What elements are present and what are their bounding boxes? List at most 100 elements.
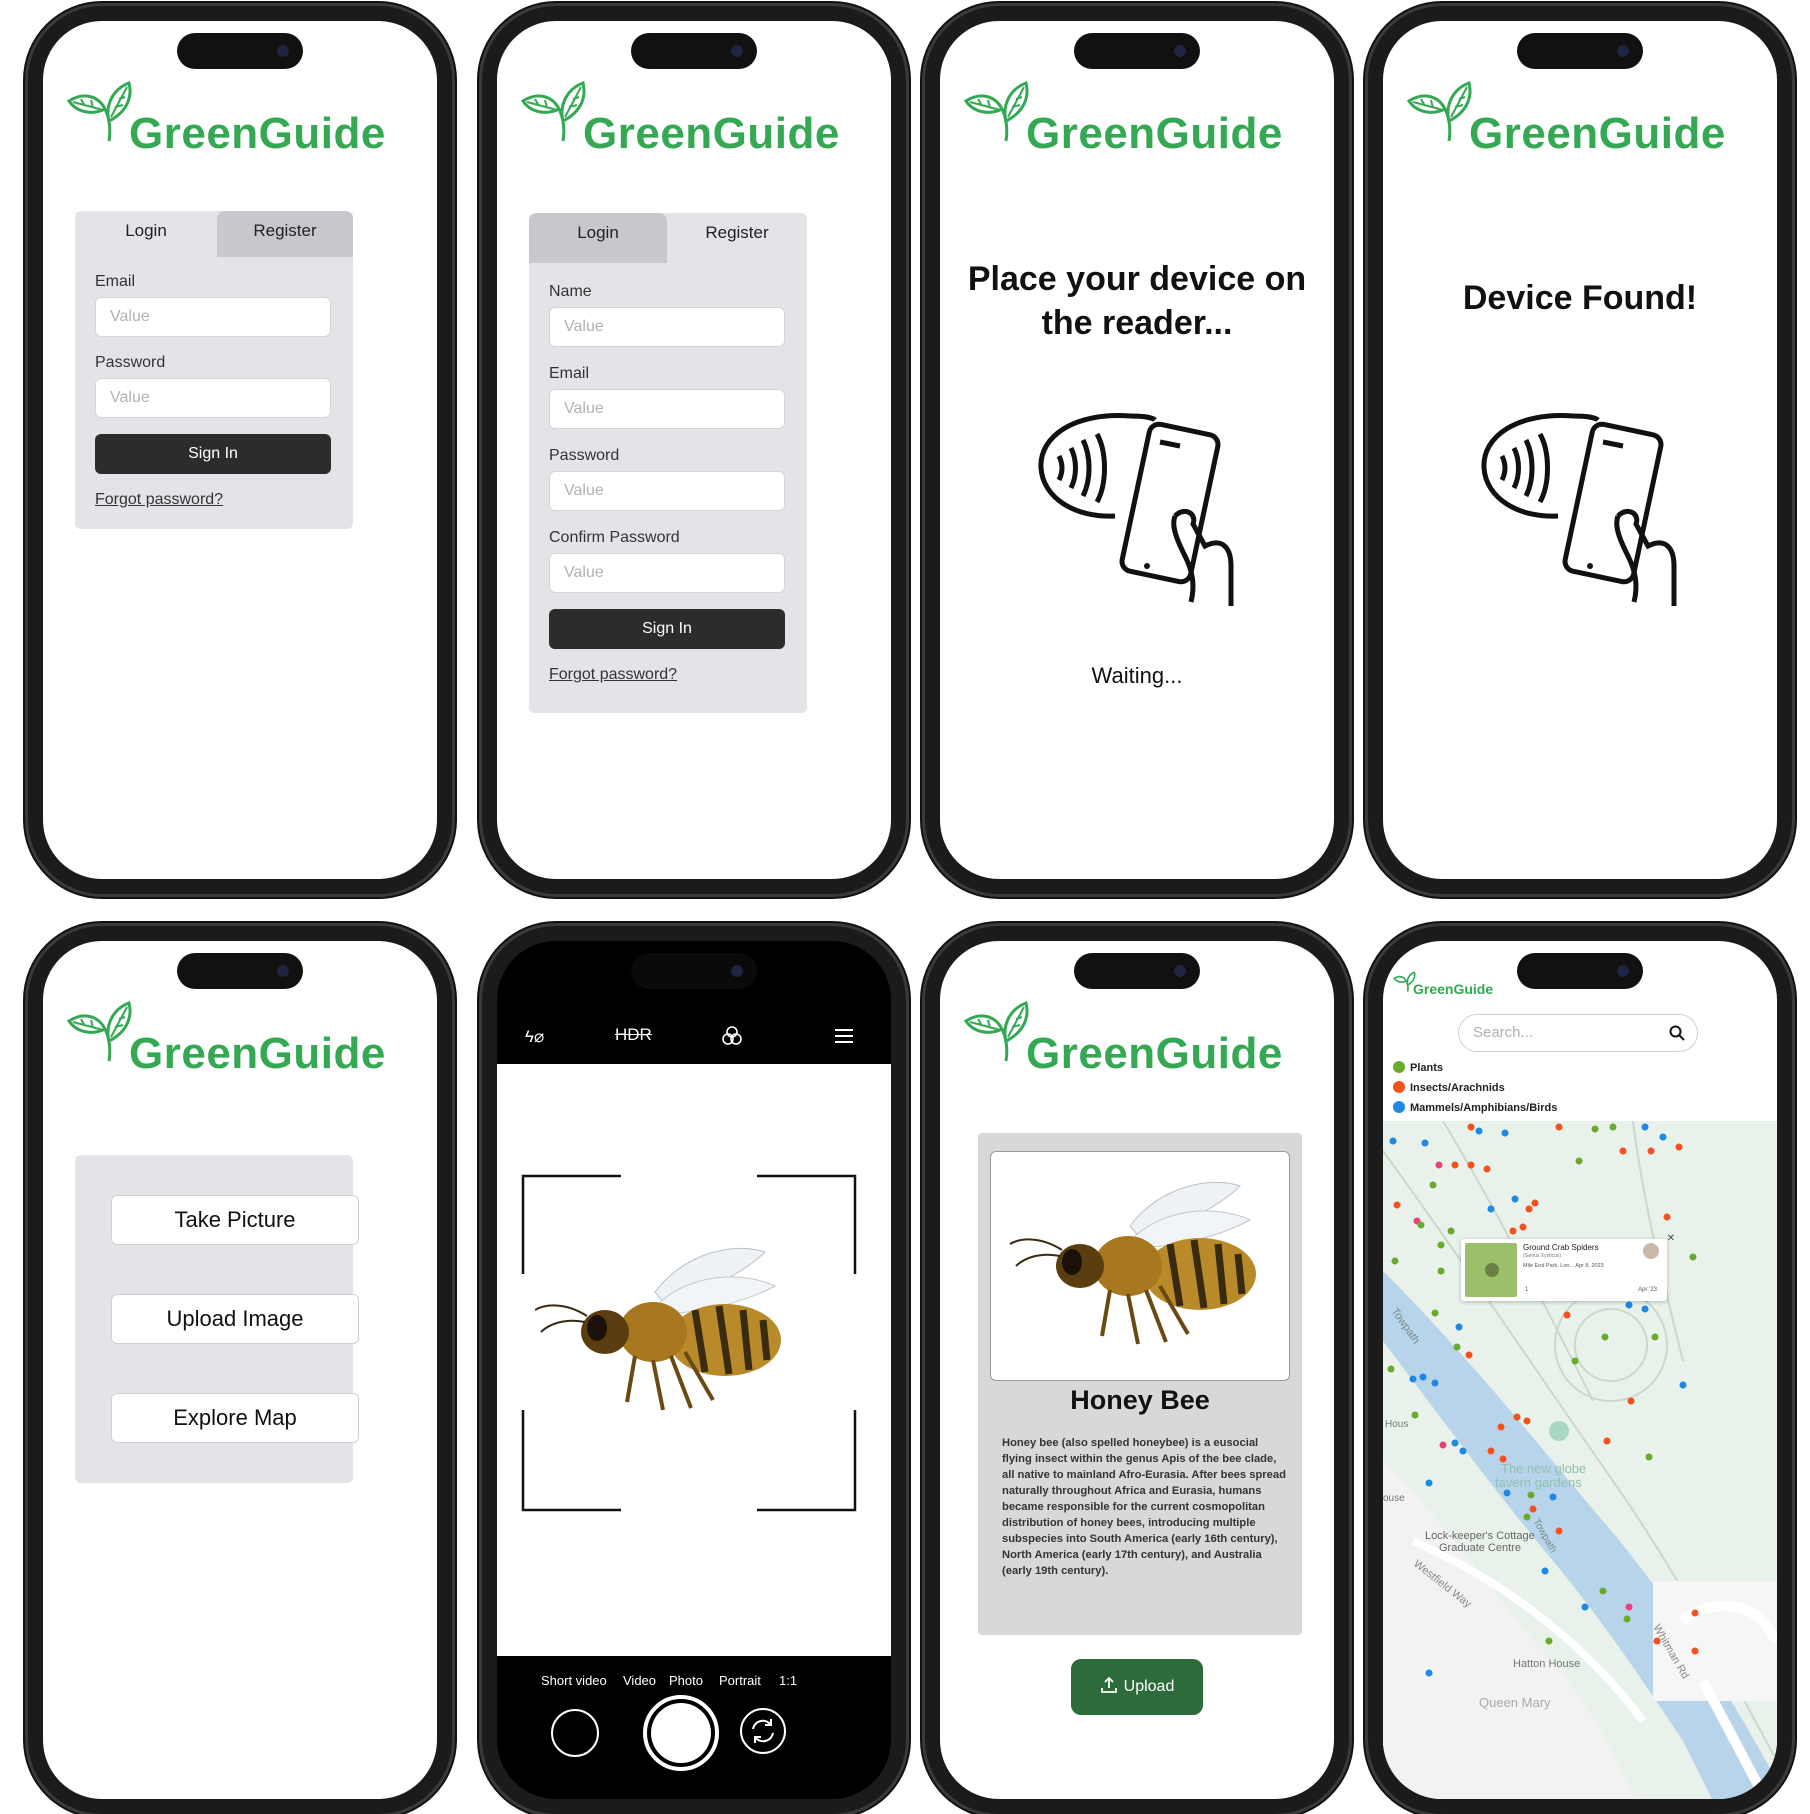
upload-image-button[interactable]: Upload Image — [111, 1294, 359, 1344]
honey-bee-image — [1009, 1181, 1256, 1345]
menu-icon[interactable] — [835, 1029, 853, 1043]
svg-text:Hatton House: Hatton House — [1513, 1658, 1580, 1670]
app-logo: GreenGuide — [962, 999, 1282, 1078]
small-app-logo: GreenGuide — [1393, 971, 1493, 1000]
svg-text:The new globe: The new globe — [1501, 1461, 1586, 1476]
upload-icon — [1100, 1676, 1117, 1693]
app-logo: GreenGuide — [1405, 79, 1725, 158]
nfc-tap-phone-icon — [1481, 413, 1677, 606]
dynamic-island — [1517, 33, 1643, 69]
result-image-frame — [990, 1151, 1290, 1381]
password-label: Password — [95, 354, 166, 371]
confirm-password-field[interactable]: Value — [549, 553, 785, 593]
legend-insects[interactable]: Insects/Arachnids — [1393, 1081, 1505, 1094]
gallery-thumbnail-button[interactable] — [551, 1709, 599, 1757]
shutter-button[interactable] — [643, 1695, 719, 1771]
flash-off-icon[interactable]: ϟ⌀ — [525, 1027, 544, 1047]
leaf-logo-icon — [963, 81, 1029, 142]
name-field[interactable]: Value — [549, 307, 785, 347]
map-view[interactable]: Towpath Hous ouse The new globe tavern g… — [1383, 1121, 1777, 1799]
svg-text:tavern gardens: tavern gardens — [1495, 1475, 1582, 1490]
mode-portrait[interactable]: Portrait — [719, 1673, 761, 1688]
brand-name: GreenGuide — [129, 109, 386, 158]
hdr-icon[interactable]: HDR — [615, 1025, 652, 1045]
brand-name: GreenGuide — [583, 109, 840, 158]
legend-dot-insects — [1393, 1081, 1405, 1093]
phone-menu-screen: GreenGuide Take Picture Upload Image Exp… — [28, 926, 452, 1814]
upload-button[interactable]: Upload — [1071, 1659, 1203, 1715]
search-bar[interactable]: Search... — [1458, 1014, 1698, 1052]
sign-in-button[interactable]: Sign In — [95, 434, 331, 474]
popup-count: 1 — [1525, 1287, 1529, 1293]
device-found-title: Device Found! — [1462, 279, 1698, 317]
result-card: Honey Bee Honey bee (also spelled honeyb… — [978, 1133, 1302, 1635]
phone-camera-screen: ϟ⌀ HDR Short video Video Photo Portrait … — [482, 926, 906, 1814]
mode-photo[interactable]: Photo — [669, 1673, 703, 1688]
close-icon[interactable]: ✕ — [1667, 1233, 1675, 1244]
hdr-label: HDR — [615, 1025, 652, 1044]
switch-camera-icon[interactable] — [739, 1707, 787, 1755]
species-description: Honey bee (also spelled honeybee) is a e… — [1002, 1437, 1286, 1577]
honey-bee-image — [535, 1247, 781, 1411]
brand-name: GreenGuide — [1026, 109, 1283, 158]
camera-lens-icon — [277, 45, 289, 57]
forgot-password-link[interactable]: Forgot password? — [549, 666, 677, 684]
mode-short-video[interactable]: Short video — [541, 1673, 607, 1688]
filters-icon[interactable] — [721, 1025, 743, 1047]
tab-register[interactable]: Register — [217, 211, 353, 257]
mode-video[interactable]: Video — [623, 1673, 656, 1688]
login-card: Login Register Email Value Password Valu… — [75, 211, 353, 529]
camera-mode-strip: Short video Video Photo Portrait 1:1 — [497, 1673, 891, 1693]
nfc-tap-phone-icon — [1038, 413, 1234, 606]
legend-mammals[interactable]: Mammels/Amphibians/Birds — [1393, 1101, 1557, 1114]
legend-plants[interactable]: Plants — [1393, 1061, 1443, 1074]
password-field[interactable]: Value — [549, 471, 785, 511]
register-card: Login Register Name Value Email Value Pa… — [529, 213, 807, 713]
nfc-instruction-title: Place your device on the reader... — [967, 260, 1307, 342]
forgot-password-link[interactable]: Forgot password? — [95, 491, 223, 509]
leaf-logo-icon — [963, 1001, 1029, 1062]
search-input[interactable]: Search... — [1473, 1024, 1533, 1041]
legend-dot-plants — [1393, 1061, 1405, 1073]
take-picture-button[interactable]: Take Picture — [111, 1195, 359, 1245]
app-logo: GreenGuide — [65, 79, 385, 158]
map-popup[interactable]: Ground Crab Spiders (Genus Xysticus) Mil… — [1461, 1233, 1675, 1301]
nfc-status-text: Waiting... — [1091, 663, 1183, 688]
email-field[interactable]: Value — [95, 297, 331, 337]
svg-text:Lock-keeper's Cottage: Lock-keeper's Cottage — [1425, 1530, 1535, 1542]
legend-label: Insects/Arachnids — [1410, 1082, 1505, 1094]
legend-dot-mammals — [1393, 1101, 1405, 1113]
brand-name: GreenGuide — [1413, 981, 1494, 997]
camera-lens-icon — [1617, 45, 1629, 57]
dynamic-island — [1074, 953, 1200, 989]
svg-text:ouse: ouse — [1383, 1493, 1405, 1504]
camera-lens-icon — [731, 965, 743, 977]
dynamic-island — [177, 953, 303, 989]
dynamic-island — [1517, 953, 1643, 989]
popup-avatar[interactable] — [1643, 1243, 1659, 1259]
leaf-logo-icon — [66, 1001, 132, 1062]
brand-name: GreenGuide — [129, 1029, 386, 1078]
sign-in-button[interactable]: Sign In — [549, 609, 785, 649]
explore-map-button[interactable]: Explore Map — [111, 1393, 359, 1443]
dynamic-island — [631, 33, 757, 69]
search-icon[interactable] — [1669, 1025, 1685, 1041]
camera-lens-icon — [731, 45, 743, 57]
legend-label: Mammels/Amphibians/Birds — [1410, 1102, 1558, 1114]
popup-meta: Mile End Park, Lon... Apr 8, 2023 — [1523, 1263, 1604, 1269]
app-logo: GreenGuide — [962, 79, 1282, 158]
camera-lens-icon — [1617, 965, 1629, 977]
tab-login[interactable]: Login — [529, 213, 667, 263]
popup-date: Apr '23 — [1638, 1287, 1657, 1293]
mode-square[interactable]: 1:1 — [779, 1673, 797, 1688]
password-label: Password — [549, 447, 620, 464]
tab-login[interactable]: Login — [75, 211, 217, 257]
tab-register[interactable]: Register — [667, 213, 807, 259]
camera-viewfinder[interactable] — [497, 1064, 891, 1656]
phone-login-screen: GreenGuide Login Register Email Value Pa… — [28, 6, 452, 894]
password-field[interactable]: Value — [95, 378, 331, 418]
leaf-logo-icon — [66, 81, 132, 142]
confirm-password-label: Confirm Password — [549, 529, 680, 546]
email-field[interactable]: Value — [549, 389, 785, 429]
svg-text:Queen Mary: Queen Mary — [1479, 1695, 1551, 1710]
